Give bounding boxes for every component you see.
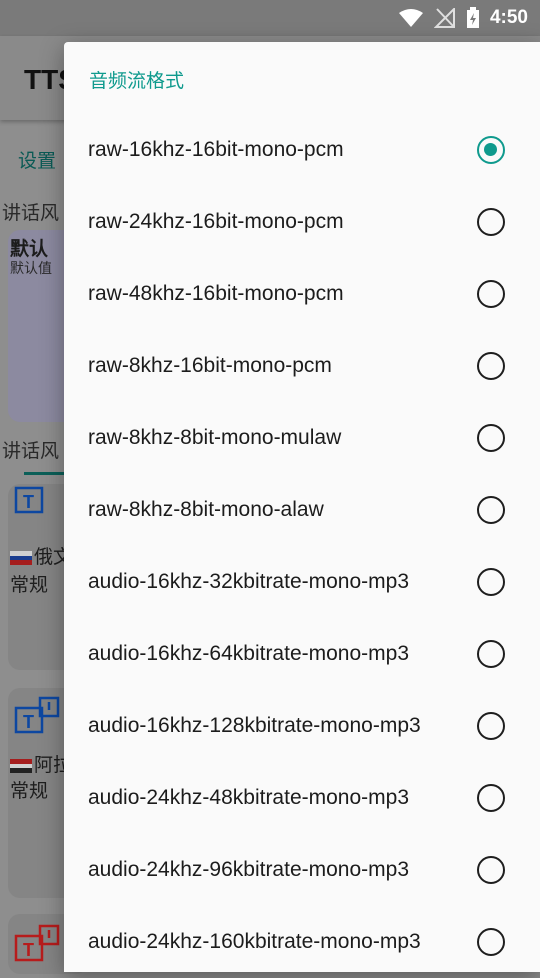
voice-name: 俄文 (10, 542, 72, 569)
voice-desc: 常规 (10, 575, 49, 596)
radio-button[interactable] (477, 712, 505, 740)
format-option[interactable]: raw-8khz-8bit-mono-mulaw (64, 402, 540, 474)
format-option-label: raw-8khz-8bit-mono-mulaw (88, 426, 342, 449)
format-option-list: raw-16khz-16bit-mono-pcm raw-24khz-16bit… (64, 114, 540, 978)
speak-style-label: 讲话风 (2, 203, 60, 224)
format-option-label: raw-8khz-8bit-mono-alaw (88, 498, 324, 521)
audio-format-dialog: 音频流格式 raw-16khz-16bit-mono-pcm raw-24khz… (64, 42, 540, 972)
format-option-label: raw-8khz-16bit-mono-pcm (88, 354, 332, 377)
format-option[interactable]: audio-24khz-160kbitrate-mono-mp3 (64, 906, 540, 978)
svg-text:T: T (23, 492, 34, 512)
default-card-title: 默认 (10, 239, 49, 260)
format-option[interactable]: raw-16khz-16bit-mono-pcm (64, 114, 540, 186)
format-option-label: audio-24khz-160kbitrate-mono-mp3 (88, 930, 421, 953)
egypt-flag-icon (10, 758, 32, 773)
status-bar: 4:50 (0, 0, 540, 36)
format-option-label: audio-16khz-32kbitrate-mono-mp3 (88, 570, 409, 593)
voice-name: 阿拉 (10, 750, 72, 777)
radio-button[interactable] (477, 640, 505, 668)
settings-link: 设置 (18, 151, 57, 172)
wifi-icon (398, 9, 423, 27)
radio-button[interactable] (477, 136, 505, 164)
radio-button[interactable] (477, 856, 505, 884)
format-option[interactable]: raw-8khz-16bit-mono-pcm (64, 330, 540, 402)
radio-button[interactable] (477, 568, 505, 596)
radio-button[interactable] (477, 424, 505, 452)
dialog-title: 音频流格式 (89, 71, 185, 92)
tts-voice-icon: T (14, 924, 60, 962)
radio-button[interactable] (477, 928, 505, 956)
radio-button[interactable] (477, 784, 505, 812)
format-option-label: audio-16khz-64kbitrate-mono-mp3 (88, 642, 409, 665)
format-option-label: audio-24khz-96kbitrate-mono-mp3 (88, 858, 409, 881)
format-option[interactable]: audio-16khz-128kbitrate-mono-mp3 (64, 690, 540, 762)
format-option[interactable]: audio-24khz-96kbitrate-mono-mp3 (64, 834, 540, 906)
tab-indicator (24, 472, 64, 475)
status-icons: 4:50 (398, 6, 528, 30)
tts-voice-icon: T (14, 696, 60, 734)
svg-text:T: T (23, 712, 34, 732)
format-option[interactable]: audio-16khz-32kbitrate-mono-mp3 (64, 546, 540, 618)
format-option-label: audio-24khz-48kbitrate-mono-mp3 (88, 786, 409, 809)
format-option[interactable]: audio-16khz-64kbitrate-mono-mp3 (64, 618, 540, 690)
battery-charging-icon (466, 7, 479, 28)
radio-button[interactable] (477, 280, 505, 308)
format-option[interactable]: raw-48khz-16bit-mono-pcm (64, 258, 540, 330)
format-option-label: audio-16khz-128kbitrate-mono-mp3 (88, 714, 421, 737)
radio-button[interactable] (477, 496, 505, 524)
svg-text:T: T (23, 940, 34, 960)
russia-flag-icon (10, 550, 32, 565)
format-option[interactable]: raw-8khz-8bit-mono-alaw (64, 474, 540, 546)
format-option-label: raw-48khz-16bit-mono-pcm (88, 282, 344, 305)
format-option-label: raw-16khz-16bit-mono-pcm (88, 138, 344, 161)
format-option[interactable]: raw-24khz-16bit-mono-pcm (64, 186, 540, 258)
default-card-subtitle: 默认值 (10, 260, 52, 276)
tts-voice-icon: T (14, 486, 44, 514)
voice-desc: 常规 (10, 781, 49, 802)
status-time: 4:50 (489, 7, 528, 28)
no-signal-icon (433, 8, 455, 28)
radio-button[interactable] (477, 208, 505, 236)
speak-role-label: 讲话风 (2, 441, 60, 462)
format-option-label: raw-24khz-16bit-mono-pcm (88, 210, 344, 233)
format-option[interactable]: audio-24khz-48kbitrate-mono-mp3 (64, 762, 540, 834)
radio-button[interactable] (477, 352, 505, 380)
